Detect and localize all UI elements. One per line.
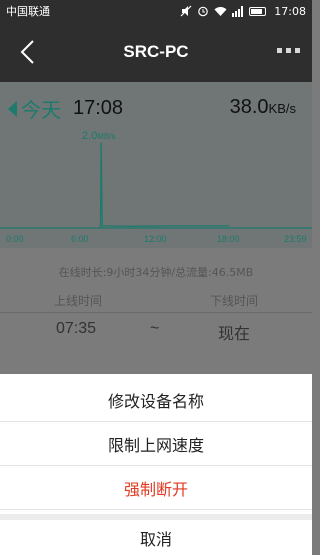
title-bar: SRC-PC [0, 22, 312, 82]
offline-time-label: 下线时间 [210, 294, 259, 308]
carrier-name: 中国联通 [6, 5, 50, 18]
signal-icon [232, 5, 244, 17]
alarm-icon [198, 6, 209, 17]
peak-unit: MB/s [97, 132, 116, 141]
online-time-value: 07:35 [56, 320, 97, 337]
offline-time-value: 现在 [218, 326, 251, 343]
connection-info: 在线时长:9小时34分钟/总流量:46.5MB 上线时间 下线时间 07:35 … [0, 248, 312, 373]
today-label: 今天 [21, 98, 61, 122]
divider [0, 312, 312, 313]
online-time-label: 上线时间 [54, 294, 103, 308]
limit-speed-button[interactable]: 限制上网速度 [0, 422, 312, 466]
force-disconnect-button[interactable]: 强制断开 [0, 466, 312, 510]
wifi-icon [214, 6, 227, 16]
status-icons: 17:08 [180, 5, 306, 18]
x-tick-label: 18:00 [217, 234, 240, 244]
peak-value: 2.0 [82, 130, 98, 142]
speed-value: 38.0 [229, 96, 269, 118]
x-axis-labels: 0:00 6:00 12:00 18:00 23:59 [0, 234, 312, 248]
status-time: 17:08 [274, 4, 306, 18]
mute-icon [180, 5, 192, 17]
page-title: SRC-PC [123, 42, 189, 61]
x-tick-label: 12:00 [144, 234, 167, 244]
today-row[interactable]: 今天 17:08 [8, 94, 123, 123]
more-icon[interactable] [277, 48, 300, 53]
traffic-series-line-0 [99, 142, 230, 229]
online-summary: 在线时长:9小时34分钟/总流量:46.5MB [58, 266, 254, 279]
traffic-chart-card: 今天 17:08 38.0KB/s 2.0MB/s 0:00 6:00 12:00 1… [0, 82, 312, 248]
peak-label: 2.0MB/s [82, 130, 116, 142]
back-icon[interactable] [14, 38, 42, 66]
current-speed: 38.0KB/s [230, 96, 296, 119]
action-sheet: 修改设备名称 限制上网速度 强制断开 取消 [0, 374, 312, 555]
x-tick-label: 23:59 [284, 234, 307, 244]
battery-icon [249, 6, 267, 16]
x-tick-label: 0:00 [6, 234, 24, 244]
rename-device-button[interactable]: 修改设备名称 [0, 378, 312, 422]
x-tick-label: 6:00 [71, 234, 89, 244]
cancel-button[interactable]: 取消 [0, 514, 312, 555]
current-time: 17:08 [73, 97, 124, 119]
time-separator: ~ [150, 320, 160, 337]
status-bar: 中国联通 17:08 [0, 0, 312, 22]
speed-unit: KB/s [268, 101, 296, 116]
previous-day-icon[interactable] [8, 100, 17, 117]
